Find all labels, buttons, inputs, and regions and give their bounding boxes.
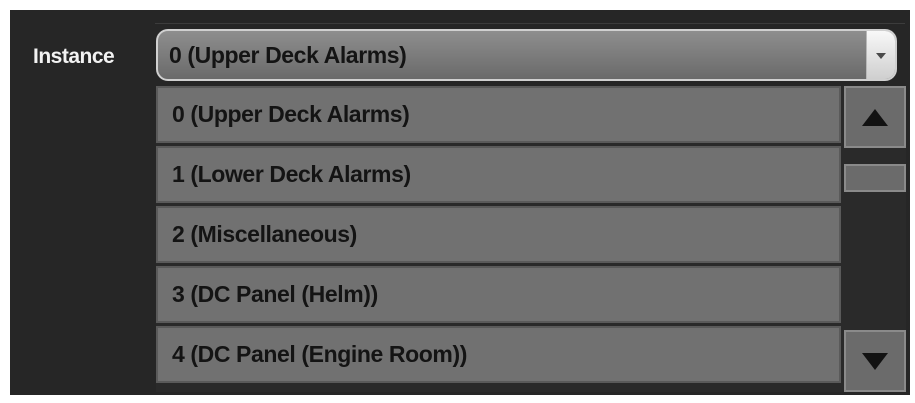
instance-select[interactable]: 0 (Upper Deck Alarms)	[156, 29, 897, 81]
dropdown-option-label: 0 (Upper Deck Alarms)	[172, 101, 410, 127]
dropdown-option-4[interactable]: 4 (DC Panel (Engine Room))	[156, 326, 841, 383]
instance-label: Instance	[33, 45, 115, 68]
scrollbar-thumb[interactable]	[844, 164, 906, 192]
dropdown-option-label: 4 (DC Panel (Engine Room))	[172, 341, 468, 367]
instance-panel: Instance 0 (Upper Deck Alarms) 0 (Upper …	[10, 10, 910, 395]
dropdown-option-1[interactable]: 1 (Lower Deck Alarms)	[156, 146, 841, 203]
dropdown-option-label: 3 (DC Panel (Helm))	[172, 281, 378, 307]
divider-line	[155, 23, 905, 24]
instance-select-value: 0 (Upper Deck Alarms)	[169, 42, 407, 68]
chevron-down-icon[interactable]	[866, 31, 895, 79]
dropdown-option-3[interactable]: 3 (DC Panel (Helm))	[156, 266, 841, 323]
dropdown-option-label: 2 (Miscellaneous)	[172, 221, 357, 247]
instance-dropdown-list: 0 (Upper Deck Alarms) 1 (Lower Deck Alar…	[156, 86, 906, 392]
dropdown-option-label: 1 (Lower Deck Alarms)	[172, 161, 411, 187]
dropdown-option-0[interactable]: 0 (Upper Deck Alarms)	[156, 86, 841, 143]
scroll-up-button[interactable]	[844, 86, 906, 148]
scroll-down-button[interactable]	[844, 330, 906, 392]
dropdown-option-2[interactable]: 2 (Miscellaneous)	[156, 206, 841, 263]
